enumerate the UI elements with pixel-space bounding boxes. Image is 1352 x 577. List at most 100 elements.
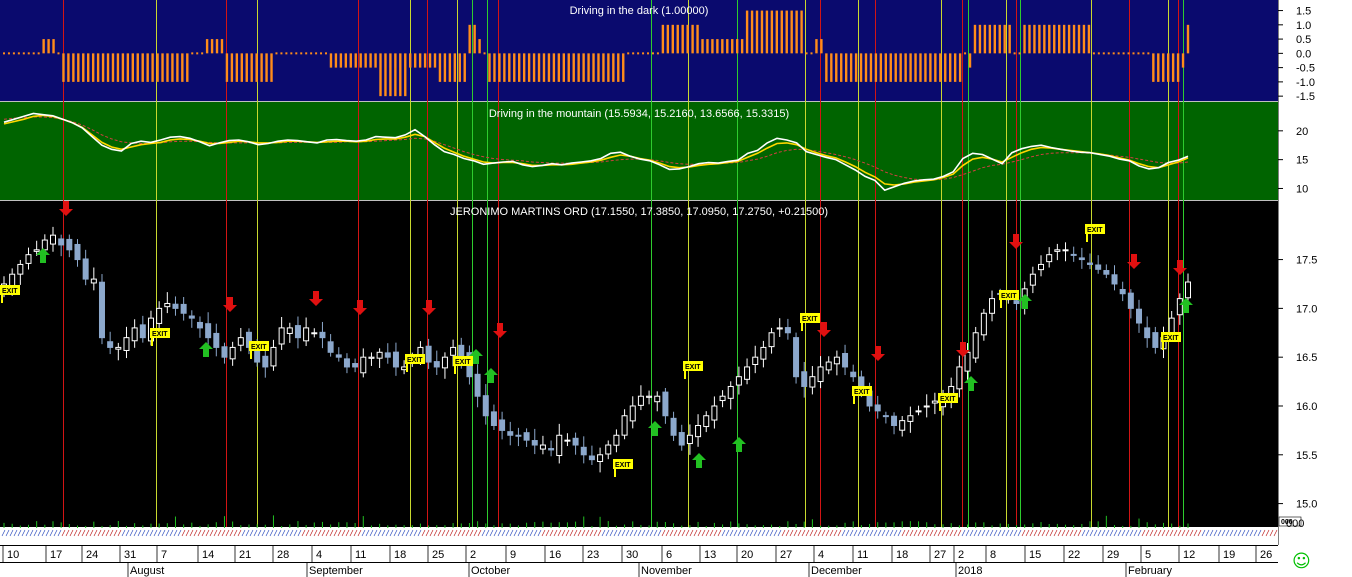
dark-bar xyxy=(735,39,739,54)
candle-body xyxy=(850,371,857,378)
candle-body xyxy=(164,302,171,308)
candle-body xyxy=(33,249,40,252)
y-tick-label: 15.5 xyxy=(1296,450,1317,462)
candle-body xyxy=(801,371,808,387)
exit-flag-pole xyxy=(614,469,616,477)
dark-bar xyxy=(126,53,130,82)
dark-bar xyxy=(359,53,362,68)
candle-body xyxy=(703,415,710,428)
dark-bar xyxy=(17,52,20,55)
dark-bar xyxy=(1147,52,1150,55)
exit-flag-label: EXIT xyxy=(1087,227,1103,234)
dark-bar xyxy=(325,52,328,55)
dark-bar xyxy=(399,53,402,97)
candle-body xyxy=(368,356,375,359)
day-label: 21 xyxy=(239,549,251,561)
candle-body xyxy=(523,432,530,441)
dark-bar xyxy=(1122,52,1125,55)
candle-body xyxy=(580,446,587,456)
candle-body xyxy=(1013,300,1020,304)
candle-body xyxy=(817,366,824,383)
dark-bar xyxy=(433,53,437,68)
candle-body xyxy=(556,434,563,457)
exit-flag-pole xyxy=(801,323,803,331)
dark-bar xyxy=(647,52,650,55)
dark-bar xyxy=(22,52,25,55)
dark-bar xyxy=(597,53,600,82)
candle-body xyxy=(572,437,579,446)
dark-bar xyxy=(364,53,367,68)
dark-bar xyxy=(973,24,977,54)
candle-body xyxy=(490,411,497,427)
candle-body xyxy=(123,337,130,351)
dark-bar xyxy=(884,53,888,82)
dark-bar xyxy=(344,53,348,68)
dark-bar xyxy=(82,53,85,82)
dark-bar xyxy=(627,52,630,55)
dark-bar xyxy=(27,52,30,55)
dark-bar xyxy=(32,52,35,55)
candle-body xyxy=(613,434,620,446)
dark-bar xyxy=(1087,24,1091,54)
dark-bar xyxy=(835,53,838,82)
candle-body xyxy=(1078,257,1085,261)
dark-bar xyxy=(240,53,243,82)
candle-body xyxy=(621,415,628,436)
exit-flag-label: EXIT xyxy=(455,359,471,366)
exit-flag-pole xyxy=(853,396,855,404)
dark-bar xyxy=(745,10,749,54)
dark-bar xyxy=(671,24,674,54)
candle-body xyxy=(564,439,571,442)
candle-body xyxy=(891,415,898,427)
dark-bar xyxy=(1181,53,1185,68)
exit-flag-label: EXIT xyxy=(407,357,423,364)
candle-body xyxy=(107,341,114,348)
candle-body xyxy=(229,346,236,360)
candle-body xyxy=(360,356,367,374)
candle-body xyxy=(115,346,122,350)
dark-bar xyxy=(716,39,719,54)
dark-bar xyxy=(651,52,654,55)
dark-bar xyxy=(1157,53,1160,82)
candle-body xyxy=(188,315,195,319)
smiley-icon: ☺ xyxy=(1292,551,1311,572)
candle-body xyxy=(1070,253,1077,256)
candle-body xyxy=(1119,288,1126,295)
candle-body xyxy=(597,454,604,462)
candle-body xyxy=(482,395,489,417)
candle-body xyxy=(1095,264,1102,270)
dark-bar xyxy=(285,52,288,55)
volume-axis-zero: 000 xyxy=(1286,518,1304,530)
dark-bar xyxy=(131,53,135,82)
candle-body xyxy=(548,448,555,451)
dark-bar xyxy=(964,52,967,55)
y-tick-label: 10 xyxy=(1296,183,1308,195)
dark-bar xyxy=(1171,53,1175,82)
candle-body xyxy=(1144,327,1151,339)
day-label: 5 xyxy=(1145,549,1151,561)
exit-flag-pole xyxy=(151,338,153,346)
dark-bar xyxy=(493,53,496,82)
dark-bar xyxy=(42,39,45,54)
candle-body xyxy=(205,323,212,339)
dark-bar xyxy=(978,24,982,54)
dark-bar xyxy=(196,52,199,55)
candle-body xyxy=(384,352,391,358)
dark-bar xyxy=(96,53,100,82)
y-tick-label: 17.5 xyxy=(1296,255,1317,267)
dark-bar xyxy=(805,52,808,55)
candle-body xyxy=(833,356,840,365)
candle-body xyxy=(1111,274,1118,285)
day-label: 18 xyxy=(896,549,908,561)
y-tick-label: 17.0 xyxy=(1296,303,1317,315)
exit-flag-pole xyxy=(406,364,408,372)
dark-bar xyxy=(260,53,263,82)
dark-bar xyxy=(592,53,595,82)
day-label: 2 xyxy=(470,549,476,561)
day-label: 4 xyxy=(818,549,824,561)
dark-bar xyxy=(77,53,80,82)
candle-body xyxy=(793,337,800,378)
dark-bar xyxy=(642,52,645,55)
dark-bar xyxy=(57,52,60,55)
y-tick-label: -0.5 xyxy=(1296,63,1315,75)
